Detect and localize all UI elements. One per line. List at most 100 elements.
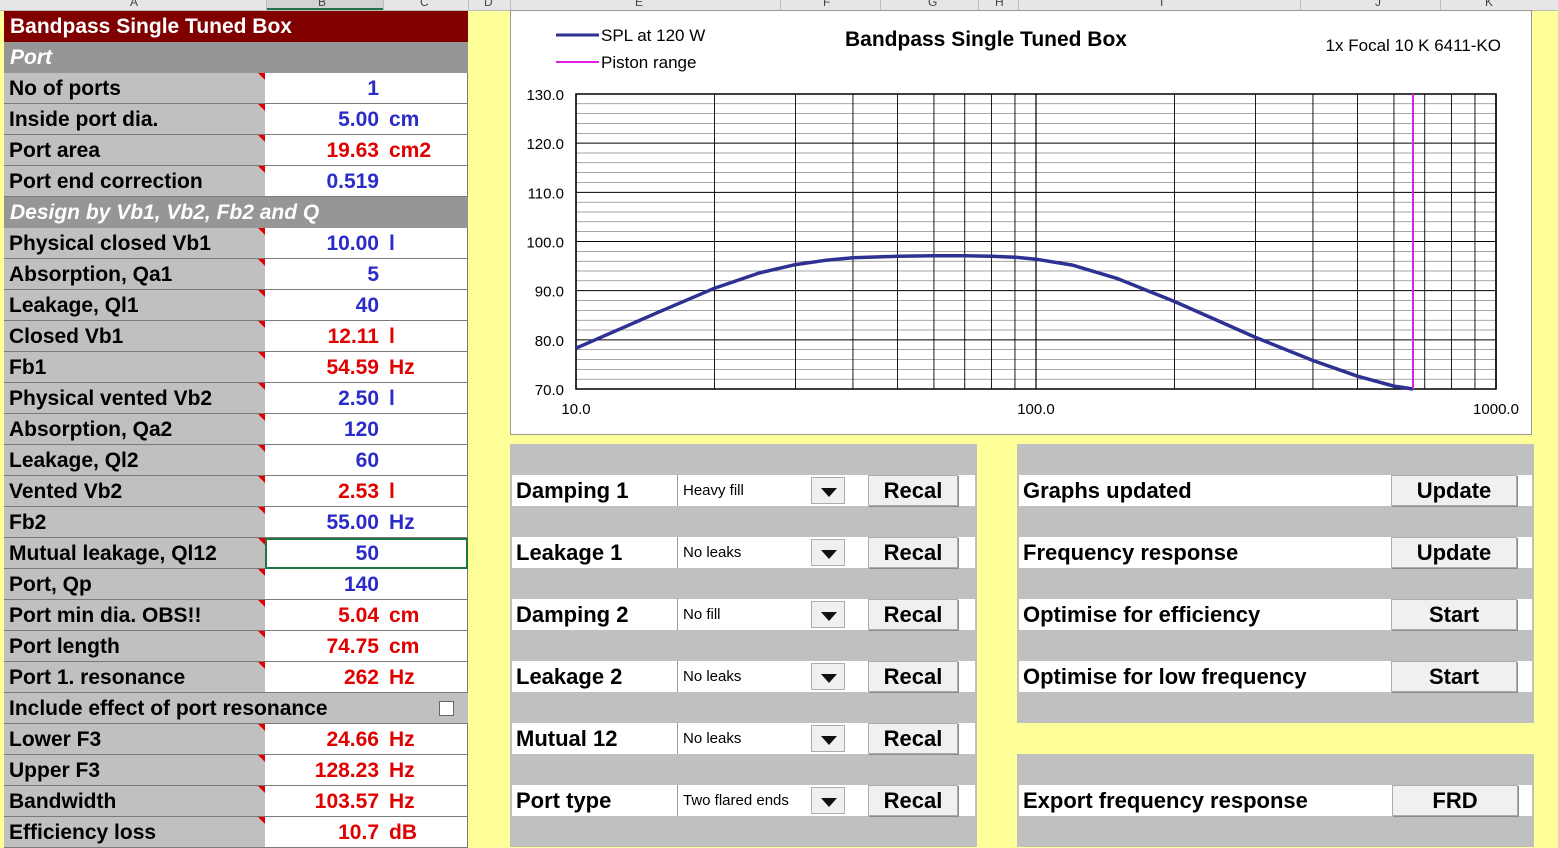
setting-dropdown[interactable]: No leaks	[677, 537, 847, 568]
param-label[interactable]: Absorption, Qa1	[4, 259, 265, 290]
recal-button[interactable]: Recal	[868, 723, 958, 754]
column-header-g[interactable]: G	[928, 0, 937, 9]
column-separator	[266, 0, 267, 10]
setting-dropdown[interactable]: Two flared ends	[677, 785, 847, 816]
param-value-cell[interactable]: 103.57 Hz	[265, 786, 468, 817]
param-value-cell[interactable]: 40	[265, 290, 468, 321]
param-label[interactable]: Fb1	[4, 352, 265, 383]
frequency-response-chart[interactable]: Bandpass Single Tuned Box 1x Focal 10 K …	[510, 10, 1532, 435]
param-unit: Hz	[389, 759, 415, 782]
param-value-cell[interactable]: 140	[265, 569, 468, 600]
column-header-f[interactable]: F	[823, 0, 830, 9]
chevron-down-icon[interactable]	[811, 725, 845, 752]
param-label[interactable]: Mutual leakage, Ql12	[4, 538, 265, 569]
action-button[interactable]: Start	[1391, 599, 1517, 630]
param-row: Closed Vb1 12.11 l	[4, 321, 468, 352]
action-button[interactable]: Start	[1391, 661, 1517, 692]
param-value-cell[interactable]: 54.59 Hz	[265, 352, 468, 383]
param-label[interactable]: Efficiency loss	[4, 817, 265, 848]
param-label[interactable]: Physical closed Vb1	[4, 228, 265, 259]
param-label[interactable]: Port end correction	[4, 166, 265, 197]
column-header-b[interactable]: B	[318, 0, 326, 9]
param-value-cell[interactable]: 74.75 cm	[265, 631, 468, 662]
param-value-cell[interactable]: 128.23 Hz	[265, 755, 468, 786]
param-value-cell[interactable]: 262 Hz	[265, 662, 468, 693]
param-value-cell[interactable]: 5	[265, 259, 468, 290]
param-label[interactable]: Physical vented Vb2	[4, 383, 265, 414]
setting-dropdown[interactable]: No fill	[677, 599, 847, 630]
param-value-cell[interactable]: 0.519	[265, 166, 468, 197]
param-label[interactable]: Leakage, Ql2	[4, 445, 265, 476]
chevron-down-icon[interactable]	[811, 539, 845, 566]
legend-label-spl: SPL at 120 W	[601, 26, 705, 45]
sheet-title[interactable]: Bandpass Single Tuned Box	[4, 11, 468, 42]
column-header-h[interactable]: H	[995, 0, 1004, 9]
param-value-cell[interactable]: 12.11 l	[265, 321, 468, 352]
setting-label: Mutual 12	[516, 726, 618, 751]
setting-dropdown[interactable]: No leaks	[677, 661, 847, 692]
recal-button[interactable]: Recal	[868, 475, 958, 506]
param-label[interactable]: Inside port dia.	[4, 104, 265, 135]
param-label[interactable]: Port min dia. OBS!!	[4, 600, 265, 631]
param-label[interactable]: Port area	[4, 135, 265, 166]
param-value-cell[interactable]: 50	[265, 538, 468, 569]
param-value-cell[interactable]: 24.66 Hz	[265, 724, 468, 755]
section-port[interactable]: Port	[4, 42, 468, 73]
section-design[interactable]: Design by Vb1, Vb2, Fb2 and Q	[4, 197, 468, 228]
param-label[interactable]: Port length	[4, 631, 265, 662]
column-header-i[interactable]: I	[1160, 0, 1163, 9]
param-label[interactable]: Closed Vb1	[4, 321, 265, 352]
column-header-d[interactable]: D	[484, 0, 493, 9]
legend-label-piston: Piston range	[601, 53, 696, 72]
setting-label: Damping 1	[516, 478, 629, 503]
param-value-cell[interactable]: 60	[265, 445, 468, 476]
chart-title: Bandpass Single Tuned Box	[845, 28, 1127, 51]
param-label[interactable]: Upper F3	[4, 755, 265, 786]
column-header-c[interactable]: C	[420, 0, 429, 9]
recal-button[interactable]: Recal	[868, 599, 958, 630]
param-row: Fb1 54.59 Hz	[4, 352, 468, 383]
param-label[interactable]: Fb2	[4, 507, 265, 538]
param-label[interactable]: Leakage, Ql1	[4, 290, 265, 321]
action-button[interactable]: Update	[1391, 537, 1517, 568]
setting-dropdown[interactable]: Heavy fill	[677, 475, 847, 506]
recal-button[interactable]: Recal	[868, 537, 958, 568]
column-header-a[interactable]: A	[130, 0, 138, 9]
param-value-cell[interactable]: 5.00 cm	[265, 104, 468, 135]
param-label[interactable]: Bandwidth	[4, 786, 265, 817]
param-value-cell[interactable]: 2.53 l	[265, 476, 468, 507]
param-label[interactable]: Port 1. resonance	[4, 662, 265, 693]
param-value-cell[interactable]: 120	[265, 414, 468, 445]
setting-dropdown-value: No leaks	[683, 668, 742, 685]
frd-button[interactable]: FRD	[1392, 785, 1518, 816]
action-button[interactable]: Update	[1391, 475, 1517, 506]
chevron-down-icon[interactable]	[811, 663, 845, 690]
param-label[interactable]: Include effect of port resonance	[4, 693, 468, 724]
param-value-cell[interactable]: 55.00 Hz	[265, 507, 468, 538]
param-label[interactable]: Absorption, Qa2	[4, 414, 265, 445]
param-unit: Hz	[389, 511, 415, 534]
port-resonance-checkbox[interactable]	[439, 701, 454, 716]
param-value-cell[interactable]: 2.50 l	[265, 383, 468, 414]
param-value-cell[interactable]: 5.04 cm	[265, 600, 468, 631]
param-value-cell[interactable]: 10.7 dB	[265, 817, 468, 848]
param-value: 1	[367, 77, 379, 100]
param-label[interactable]: No of ports	[4, 73, 265, 104]
chevron-down-icon[interactable]	[811, 477, 845, 504]
chevron-down-icon[interactable]	[811, 601, 845, 628]
param-label[interactable]: Port, Qp	[4, 569, 265, 600]
setting-dropdown[interactable]: No leaks	[677, 723, 847, 754]
param-label[interactable]: Lower F3	[4, 724, 265, 755]
setting-dropdown-value: Heavy fill	[683, 482, 744, 499]
param-label[interactable]: Vented Vb2	[4, 476, 265, 507]
param-value-cell[interactable]: 1	[265, 73, 468, 104]
recal-button[interactable]: Recal	[868, 661, 958, 692]
column-header-j[interactable]: J	[1375, 0, 1381, 9]
recal-button[interactable]: Recal	[868, 785, 958, 816]
param-value-cell[interactable]: 19.63 cm2	[265, 135, 468, 166]
column-header-e[interactable]: E	[635, 0, 643, 9]
param-value-cell[interactable]: 10.00 l	[265, 228, 468, 259]
column-separator	[1018, 0, 1019, 10]
column-header-k[interactable]: K	[1485, 0, 1493, 9]
chevron-down-icon[interactable]	[811, 787, 845, 814]
